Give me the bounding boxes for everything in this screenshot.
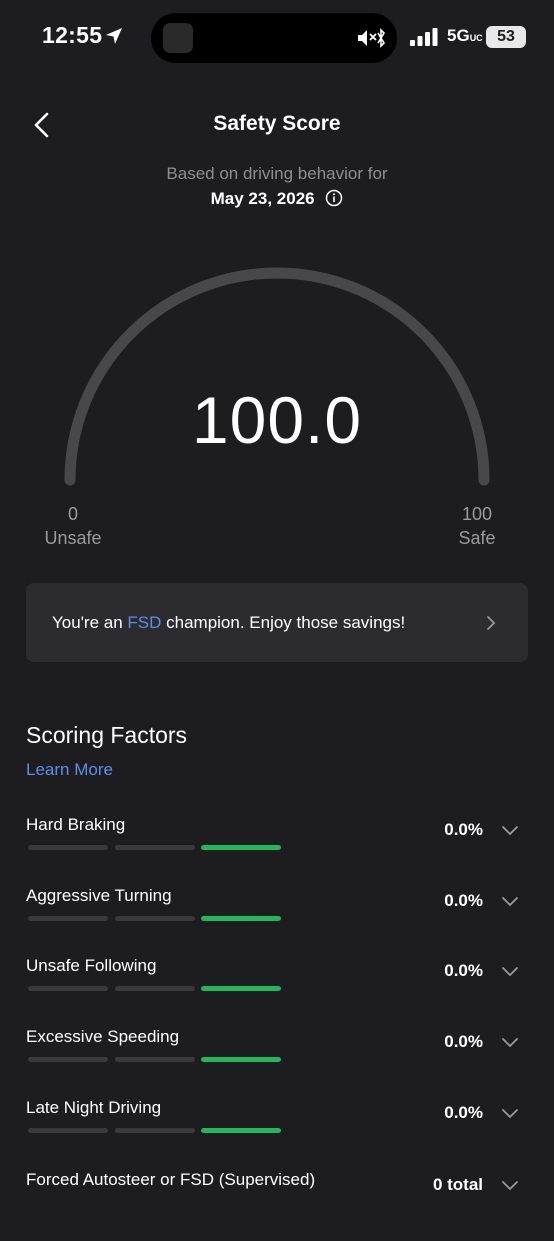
rating-bar xyxy=(115,845,195,850)
page-title: Safety Score xyxy=(213,112,341,135)
score-date-row: May 23, 2026 xyxy=(0,189,554,209)
scoring-factor-row[interactable]: Hard Braking 0.0% xyxy=(0,815,554,886)
banner-message: You're an FSD champion. Enjoy those savi… xyxy=(52,613,406,632)
info-icon[interactable] xyxy=(325,189,343,207)
rating-bar-active xyxy=(201,845,281,850)
factor-value: 0.0% xyxy=(444,1103,483,1122)
battery-indicator: 53 xyxy=(486,26,526,48)
factor-name: Forced Autosteer or FSD (Supervised) xyxy=(26,1170,316,1189)
scoring-factor-row[interactable]: Late Night Driving 0.0% xyxy=(0,1098,554,1169)
rating-bar-active xyxy=(201,916,281,921)
safety-score-value: 100.0 xyxy=(191,383,363,457)
factor-name: Excessive Speeding xyxy=(26,1027,180,1046)
gauge-max-text: Safe xyxy=(458,528,496,548)
factor-name: Aggressive Turning xyxy=(26,886,172,905)
rating-bar-active xyxy=(201,986,281,991)
chevron-down-icon[interactable] xyxy=(500,964,520,978)
rating-bar xyxy=(115,916,195,921)
gauge-min-value: 0 xyxy=(67,504,78,524)
chevron-right-icon xyxy=(487,616,496,630)
factor-value: 0.0% xyxy=(444,891,483,910)
factor-rating-bars xyxy=(28,986,288,992)
mute-bluetooth-icon xyxy=(358,28,386,48)
scoring-factor-row[interactable]: Excessive Speeding 0.0% xyxy=(0,1027,554,1098)
factor-value: 0.0% xyxy=(444,1032,483,1051)
factor-rating-bars xyxy=(28,1128,288,1134)
factor-name: Hard Braking xyxy=(26,815,126,834)
chevron-down-icon[interactable] xyxy=(500,1035,520,1049)
chevron-down-icon[interactable] xyxy=(500,823,520,837)
factor-value: 0.0% xyxy=(444,820,483,839)
gauge-max-value: 100 xyxy=(461,504,493,524)
scoring-factor-row[interactable]: Forced Autosteer or FSD (Supervised) 0 to… xyxy=(0,1170,554,1241)
network-type: 5GUC xyxy=(447,26,483,45)
factor-rating-bars xyxy=(28,1057,288,1063)
factor-rating-bars xyxy=(28,845,288,851)
network-suffix: UC xyxy=(469,33,483,43)
scoring-factor-row[interactable]: Unsafe Following 0.0% xyxy=(0,956,554,1027)
rating-bar xyxy=(28,845,108,850)
factor-name: Late Night Driving xyxy=(26,1098,162,1117)
rating-bar-active xyxy=(201,1128,281,1133)
gauge-max-label: 100 Safe xyxy=(442,502,512,550)
rating-bar xyxy=(28,1057,108,1062)
factor-rating-bars xyxy=(28,916,288,922)
gauge-min-text: Unsafe xyxy=(44,528,102,548)
rating-bar xyxy=(115,1057,195,1062)
cellular-signal-icon xyxy=(410,28,438,46)
status-time: 12:55 xyxy=(42,22,103,48)
chevron-down-icon[interactable] xyxy=(500,1178,520,1192)
location-arrow-icon xyxy=(106,28,122,44)
fsd-highlight: FSD xyxy=(127,613,162,632)
score-date: May 23, 2026 xyxy=(210,189,315,208)
learn-more-link[interactable]: Learn More xyxy=(26,760,113,780)
rating-bar-active xyxy=(201,1057,281,1062)
scoring-factors-title: Scoring Factors xyxy=(26,722,188,748)
now-playing-app-icon xyxy=(163,23,193,53)
rating-bar xyxy=(28,986,108,991)
factor-value: 0.0% xyxy=(444,961,483,980)
rating-bar xyxy=(115,1128,195,1133)
chevron-down-icon[interactable] xyxy=(500,1106,520,1120)
score-subtitle: Based on driving behavior for xyxy=(166,164,388,183)
scoring-factor-row[interactable]: Aggressive Turning 0.0% xyxy=(0,886,554,957)
chevron-down-icon[interactable] xyxy=(500,894,520,908)
rating-bar xyxy=(28,1128,108,1133)
factor-name: Unsafe Following xyxy=(26,956,157,975)
gauge-min-label: 0 Unsafe xyxy=(38,502,108,550)
rating-bar xyxy=(115,986,195,991)
safety-score-gauge xyxy=(64,267,490,486)
factor-value: 0 total xyxy=(432,1175,483,1194)
rating-bar xyxy=(28,916,108,921)
